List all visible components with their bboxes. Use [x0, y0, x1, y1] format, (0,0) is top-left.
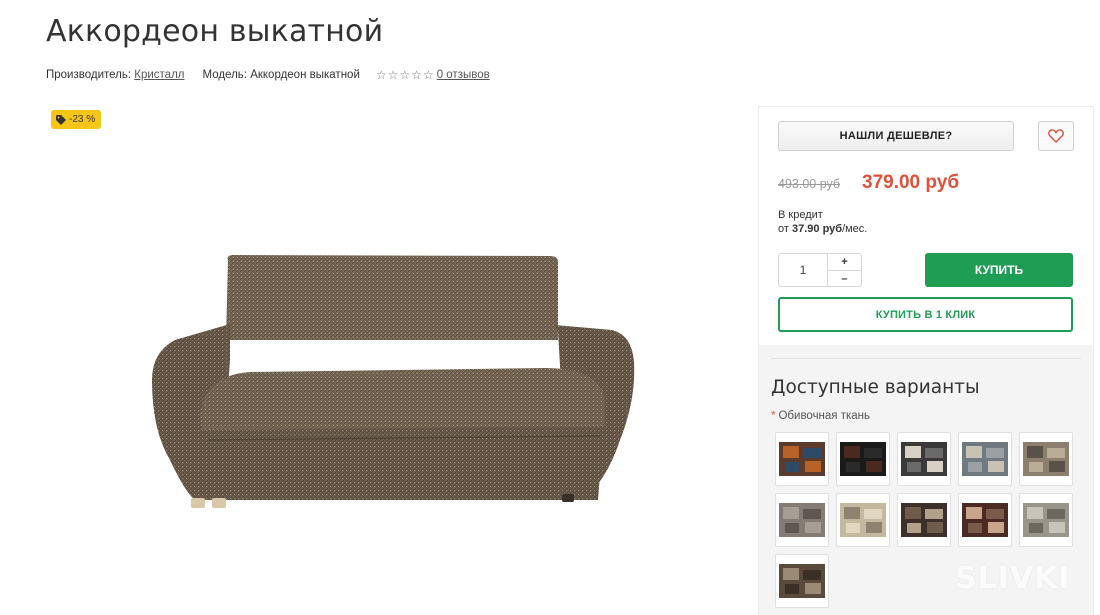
fabric-swatch-image — [840, 442, 886, 476]
discount-badge: -23 % — [51, 110, 102, 129]
product-meta: Производитель: Кристалл Модель: Аккордео… — [46, 68, 490, 82]
found-cheaper-button[interactable]: НАШЛИ ДЕШЕВЛЕ? — [778, 121, 1014, 151]
fabric-swatch-1[interactable] — [775, 432, 829, 486]
star-icon: ☆ — [387, 68, 399, 82]
model-label: Модель: — [202, 69, 247, 81]
credit-amount: 37.90 руб — [791, 223, 843, 235]
product-image[interactable] — [100, 100, 740, 600]
star-icon: ☆ — [375, 68, 387, 82]
current-price: 379.00 руб — [862, 172, 960, 193]
buy-one-click-button[interactable]: КУПИТЬ В 1 КЛИК — [778, 297, 1073, 332]
manufacturer-label: Производитель: — [46, 69, 132, 81]
rating-stars[interactable]: ☆ ☆ ☆ ☆ ☆ — [376, 68, 434, 82]
tag-icon — [56, 114, 66, 125]
fabric-swatch-11[interactable] — [775, 554, 829, 608]
sofa-image — [152, 255, 635, 508]
credit-prefix: от — [778, 223, 789, 235]
credit-info: В кредит от 37.90 руб/мес. — [778, 208, 867, 236]
fabric-swatch-image — [1023, 503, 1069, 537]
fabric-swatch-5[interactable] — [1019, 432, 1073, 486]
discount-text: -23 % — [69, 114, 96, 125]
quantity-minus-button[interactable]: – — [828, 271, 861, 287]
page-title: Аккордеон выкатной — [46, 14, 384, 49]
reviews-link[interactable]: 0 отзывов — [437, 69, 490, 81]
heart-icon — [1048, 129, 1064, 143]
variants-title: Доступные варианты — [771, 377, 980, 398]
fabric-label: * Обивочная ткань — [771, 410, 870, 422]
required-mark: * — [771, 410, 776, 422]
fabric-swatch-image — [962, 503, 1008, 537]
fabric-swatch-8[interactable] — [897, 493, 951, 547]
quantity-input[interactable]: 1 — [779, 254, 828, 286]
quantity-stepper: 1 + – — [778, 253, 862, 287]
fabric-swatch-7[interactable] — [836, 493, 890, 547]
fabric-swatch-image — [840, 503, 886, 537]
favorite-button[interactable] — [1038, 121, 1074, 151]
model-value: Аккордеон выкатной — [250, 69, 360, 81]
fabric-swatch-image — [779, 442, 825, 476]
divider — [771, 358, 1081, 359]
fabric-swatch-2[interactable] — [836, 432, 890, 486]
fabric-swatch-9[interactable] — [958, 493, 1012, 547]
credit-suffix: /мес. — [842, 223, 868, 235]
fabric-swatch-10[interactable] — [1019, 493, 1073, 547]
quantity-plus-button[interactable]: + — [827, 254, 861, 271]
fabric-swatch-image — [779, 564, 825, 598]
fabric-swatch-image — [779, 503, 825, 537]
fabric-swatch-image — [901, 442, 947, 476]
fabric-label-text: Обивочная ткань — [778, 410, 871, 422]
fabric-swatch-image — [962, 442, 1008, 476]
product-page: Аккордеон выкатной Производитель: Криста… — [0, 0, 1100, 615]
fabric-swatch-3[interactable] — [897, 432, 951, 486]
watermark: SLIVKI — [955, 561, 1071, 596]
star-icon: ☆ — [422, 68, 434, 82]
old-price: 493.00 руб — [778, 177, 841, 191]
buy-button[interactable]: КУПИТЬ — [925, 253, 1073, 287]
star-icon: ☆ — [399, 68, 411, 82]
credit-title: В кредит — [778, 209, 823, 221]
fabric-swatch-4[interactable] — [958, 432, 1012, 486]
manufacturer-link[interactable]: Кристалл — [134, 69, 184, 81]
star-icon: ☆ — [411, 68, 422, 82]
fabric-swatch-image — [1023, 442, 1069, 476]
fabric-swatch-image — [901, 503, 947, 537]
fabric-swatch-6[interactable] — [775, 493, 829, 547]
purchase-panel: НАШЛИ ДЕШЕВЛЕ? 493.00 руб 379.00 руб В к… — [758, 106, 1094, 615]
